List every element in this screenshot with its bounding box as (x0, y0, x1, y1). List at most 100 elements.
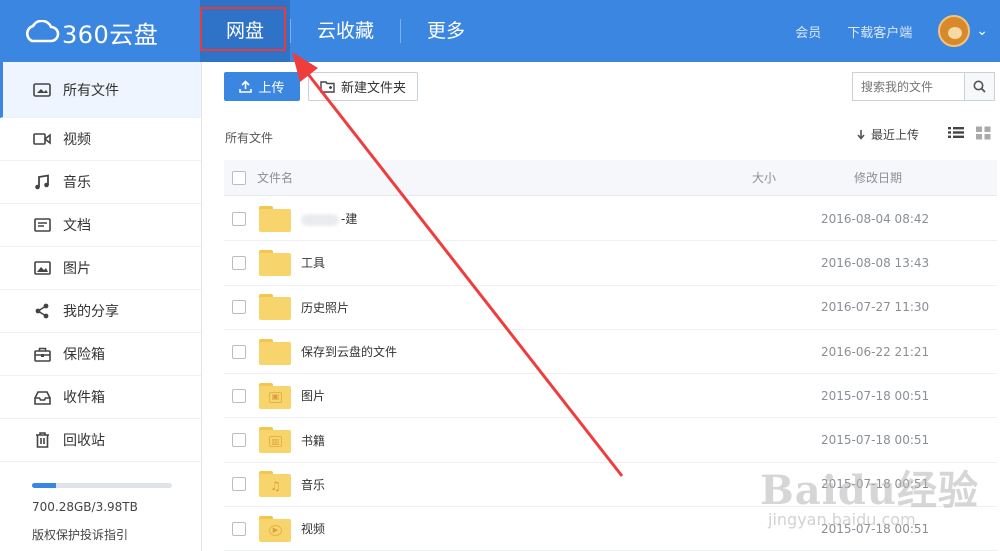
sidebar: 所有文件 视频 音乐 文档 图片 我的分享 保险箱 收件箱 回收站 700.28… (0, 62, 202, 551)
row-checkbox[interactable] (232, 388, 246, 403)
music-folder-icon: ♫ (259, 471, 291, 498)
column-header-name[interactable]: 文件名 (257, 169, 752, 186)
file-date: 2015-07-18 00:51 (821, 388, 930, 403)
book-folder-icon: ▥ (259, 427, 291, 454)
video-icon (32, 130, 52, 148)
table-row[interactable]: -建 2016-08-04 08:42 (224, 197, 997, 242)
nav-tab-more[interactable]: 更多 (401, 0, 491, 62)
safe-box-icon (32, 345, 52, 363)
all-files-icon (32, 81, 52, 99)
copyright-complaint-link[interactable]: 版权保护投诉指引 (32, 526, 128, 543)
new-folder-icon (320, 81, 335, 93)
music-icon (32, 173, 52, 191)
sidebar-item-recycle-bin[interactable]: 回收站 (0, 419, 201, 462)
watermark-logo: Baidu经验 (760, 467, 979, 514)
image-icon (32, 259, 52, 277)
sidebar-item-label: 视频 (63, 132, 91, 148)
cloud-logo-icon (25, 20, 60, 43)
folder-icon (259, 294, 291, 321)
logo-text: 360云盘 (62, 20, 159, 49)
search-input[interactable] (853, 73, 964, 100)
share-icon (32, 302, 52, 320)
quota-progress-fill (32, 483, 56, 488)
sidebar-item-all-files[interactable]: 所有文件 (0, 62, 201, 118)
file-name[interactable]: 音乐 (301, 476, 821, 493)
sidebar-item-label: 文档 (63, 218, 91, 234)
sidebar-item-my-share[interactable]: 我的分享 (0, 290, 201, 333)
inbox-icon (32, 388, 52, 406)
document-icon (32, 216, 52, 234)
avatar[interactable] (938, 15, 971, 47)
nav-tab-cloud-favorites[interactable]: 云收藏 (291, 0, 400, 62)
list-view-icon (948, 127, 964, 138)
file-name[interactable]: 保存到云盘的文件 (301, 343, 821, 360)
chevron-down-icon[interactable]: ⌄ (976, 23, 988, 39)
row-checkbox[interactable] (232, 521, 246, 536)
upload-icon (239, 80, 253, 93)
folder-icon (259, 338, 291, 365)
sidebar-item-video[interactable]: 视频 (0, 118, 201, 161)
row-checkbox[interactable] (232, 477, 246, 492)
video-folder-icon: ▶ (259, 515, 291, 542)
folder-icon (259, 249, 291, 276)
top-bar: 360云盘 网盘 云收藏 更多 会员 下载客户端 ⌄ (0, 0, 1000, 62)
row-checkbox[interactable] (232, 344, 246, 359)
file-date: 2016-07-27 11:30 (821, 300, 930, 315)
top-right-area: 会员 下载客户端 ⌄ (795, 0, 1000, 62)
row-checkbox[interactable] (232, 433, 246, 448)
table-row[interactable]: 保存到云盘的文件 2016-06-22 21:21 (224, 330, 997, 375)
file-table-header: 文件名 大小 修改日期 (224, 160, 997, 196)
file-date: 2016-06-22 21:21 (821, 344, 930, 359)
new-folder-button[interactable]: 新建文件夹 (308, 72, 418, 101)
annotation-highlight-box (200, 7, 286, 51)
select-all-checkbox[interactable] (232, 170, 246, 185)
breadcrumb[interactable]: 所有文件 (225, 129, 273, 146)
new-folder-label: 新建文件夹 (340, 81, 406, 96)
column-header-size[interactable]: 大小 (752, 169, 854, 186)
app-logo[interactable]: 360云盘 (22, 17, 159, 49)
sidebar-item-label: 保险箱 (63, 347, 105, 363)
sort-arrow-icon (857, 130, 865, 140)
search-button[interactable] (964, 73, 994, 100)
trash-icon (32, 431, 52, 449)
sidebar-item-documents[interactable]: 文档 (0, 204, 201, 247)
watermark-url: jingyan.baidu.com (768, 510, 916, 529)
member-link[interactable]: 会员 (795, 22, 821, 41)
list-view-toggle[interactable] (948, 126, 964, 143)
column-header-date[interactable]: 修改日期 (854, 169, 974, 186)
row-checkbox[interactable] (232, 300, 246, 315)
sidebar-item-label: 收件箱 (63, 390, 105, 406)
table-row[interactable]: 历史照片 2016-07-27 11:30 (224, 286, 997, 330)
search-icon (973, 80, 986, 93)
file-date: 2016-08-04 08:42 (821, 211, 930, 226)
search-box (852, 72, 995, 101)
sidebar-item-images[interactable]: 图片 (0, 247, 201, 290)
sidebar-item-inbox[interactable]: 收件箱 (0, 376, 201, 419)
file-name[interactable]: 图片 (301, 387, 821, 404)
storage-quota: 700.28GB/3.98TB (32, 483, 172, 514)
table-row[interactable]: 工具 2016-08-08 13:43 (224, 241, 997, 286)
file-name[interactable]: -建 (301, 210, 821, 227)
quota-progress-bar (32, 483, 172, 488)
sidebar-item-music[interactable]: 音乐 (0, 161, 201, 204)
file-name[interactable]: 历史照片 (301, 299, 821, 316)
sidebar-item-label: 音乐 (63, 175, 91, 191)
redacted-text (301, 213, 339, 226)
table-row[interactable]: ▥ 书籍 2015-07-18 00:51 (224, 418, 997, 463)
sort-label: 最近上传 (871, 128, 920, 142)
sidebar-item-label: 图片 (63, 261, 91, 277)
sidebar-item-safe-box[interactable]: 保险箱 (0, 333, 201, 376)
sidebar-item-label: 所有文件 (63, 82, 119, 99)
file-name[interactable]: 工具 (301, 254, 821, 271)
download-client-link[interactable]: 下载客户端 (847, 22, 912, 41)
row-checkbox[interactable] (232, 211, 246, 226)
sort-dropdown[interactable]: 最近上传 (856, 126, 919, 143)
file-name[interactable]: 书籍 (301, 432, 821, 449)
upload-button[interactable]: 上传 (224, 72, 300, 101)
table-row[interactable]: ▣ 图片 2015-07-18 00:51 (224, 374, 997, 419)
folder-icon (259, 205, 291, 232)
image-folder-icon: ▣ (259, 382, 291, 409)
grid-view-toggle[interactable] (976, 126, 991, 144)
row-checkbox[interactable] (232, 255, 246, 270)
file-name[interactable]: 视频 (301, 520, 821, 537)
